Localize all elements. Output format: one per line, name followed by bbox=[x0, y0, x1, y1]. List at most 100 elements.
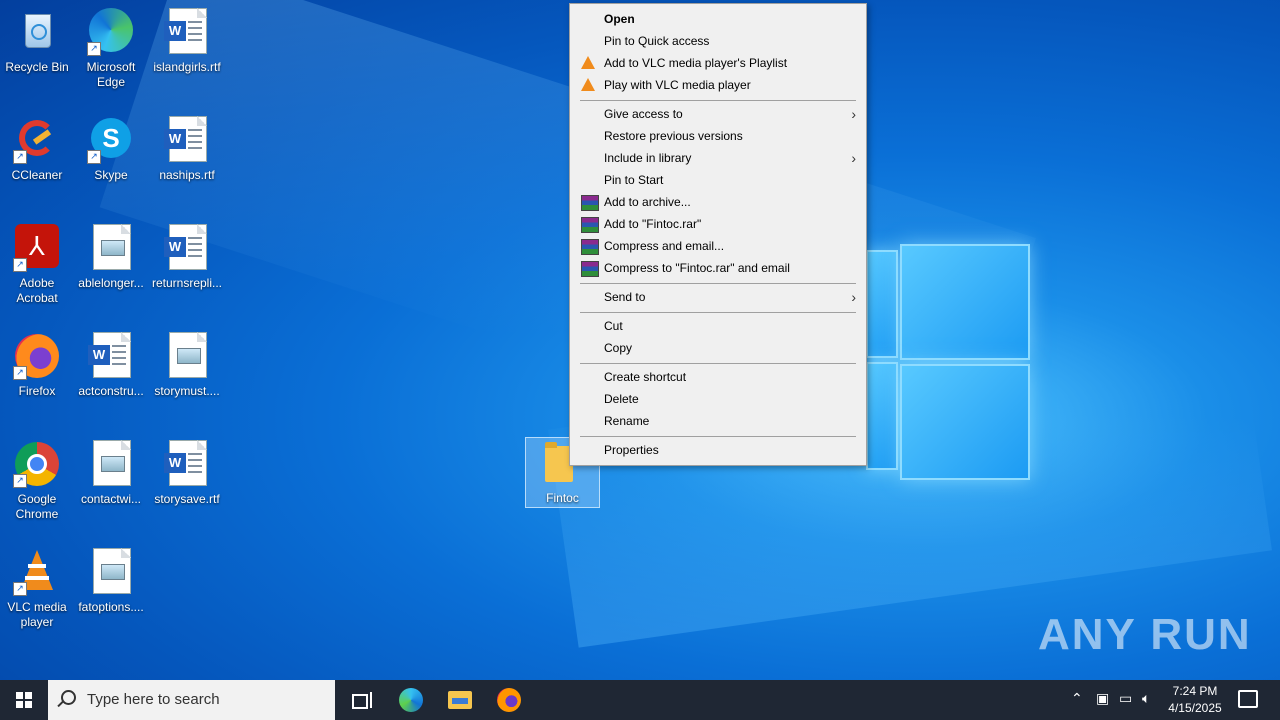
desktop-icon-acrobat[interactable]: ⅄ ↗ Adobe Acrobat bbox=[0, 224, 74, 306]
desktop-icon-label: returnsrepli... bbox=[151, 276, 223, 290]
skype-icon: S ↗ bbox=[87, 116, 135, 164]
menu-item-send-to[interactable]: Send to › bbox=[570, 286, 866, 308]
recycle-bin-icon bbox=[13, 8, 61, 56]
image-doc-icon bbox=[87, 440, 135, 488]
menu-item-create-shortcut[interactable]: Create shortcut bbox=[570, 366, 866, 388]
desktop-icon-file[interactable]: W storysave.rtf bbox=[150, 440, 224, 507]
desktop-icon-label: Recycle Bin bbox=[5, 60, 69, 74]
menu-item-vlc-play[interactable]: Play with VLC media player bbox=[570, 74, 866, 96]
desktop-icon-label: storysave.rtf bbox=[154, 492, 220, 506]
desktop-icon-label: Google Chrome bbox=[15, 492, 59, 521]
context-menu: Open Pin to Quick access Add to VLC medi… bbox=[569, 3, 867, 466]
anyrun-watermark: ANY RUN bbox=[1038, 610, 1252, 659]
search-icon bbox=[61, 690, 76, 705]
vlc-icon bbox=[581, 78, 595, 91]
menu-item-pin-quick-access[interactable]: Pin to Quick access bbox=[570, 30, 866, 52]
ccleaner-icon: ↗ bbox=[13, 116, 61, 164]
image-doc-icon bbox=[87, 224, 135, 272]
menu-item-copy[interactable]: Copy bbox=[570, 337, 866, 359]
start-button[interactable] bbox=[0, 680, 48, 720]
windows-wallpaper-logo bbox=[866, 240, 1030, 480]
desktop-icon-chrome[interactable]: ↗ Google Chrome bbox=[0, 440, 74, 522]
desktop-icon-file[interactable]: W returnsrepli... bbox=[150, 224, 224, 291]
word-doc-icon: W bbox=[163, 8, 211, 56]
desktop-icon-label: Microsoft Edge bbox=[86, 60, 136, 89]
menu-item-cut[interactable]: Cut bbox=[570, 315, 866, 337]
clock-date: 4/15/2025 bbox=[1168, 701, 1222, 715]
desktop-icon-file[interactable]: W islandgirls.rtf bbox=[150, 8, 224, 75]
chevron-right-icon: › bbox=[851, 289, 856, 305]
desktop-icon-edge[interactable]: ↗ Microsoft Edge bbox=[74, 8, 148, 90]
desktop-icon-label: fatoptions.... bbox=[78, 600, 144, 614]
desktop-icon-label: CCleaner bbox=[11, 168, 63, 182]
chevron-right-icon: › bbox=[851, 150, 856, 166]
menu-item-delete[interactable]: Delete bbox=[570, 388, 866, 410]
desktop-icon-file[interactable]: ablelonger... bbox=[74, 224, 148, 291]
chevron-right-icon: › bbox=[851, 106, 856, 122]
chevron-up-icon[interactable]: ⌃ bbox=[1071, 690, 1083, 707]
taskbar-firefox-icon[interactable] bbox=[497, 688, 521, 712]
word-doc-icon: W bbox=[163, 440, 211, 488]
desktop-icon-label: Skype bbox=[94, 168, 128, 182]
desktop-icon-recycle-bin[interactable]: Recycle Bin bbox=[0, 8, 74, 75]
clock-time: 7:24 PM bbox=[1172, 684, 1218, 698]
winrar-icon bbox=[581, 261, 599, 277]
desktop-icon-skype[interactable]: S ↗ Skype bbox=[74, 116, 148, 183]
desktop-icon-label: Firefox bbox=[18, 384, 56, 398]
vlc-icon: ↗ bbox=[13, 548, 61, 596]
desktop-icon-label: naships.rtf bbox=[159, 168, 215, 182]
desktop-icon-file[interactable]: fatoptions.... bbox=[74, 548, 148, 615]
image-doc-icon bbox=[87, 548, 135, 596]
menu-item-rename[interactable]: Rename bbox=[570, 410, 866, 432]
desktop-icon-label: contactwi... bbox=[80, 492, 142, 506]
menu-item-compress-rar-email[interactable]: Compress to "Fintoc.rar" and email bbox=[570, 257, 866, 279]
desktop-icon-label: islandgirls.rtf bbox=[153, 60, 221, 74]
desktop-icon-label: ablelonger... bbox=[78, 276, 144, 290]
menu-item-vlc-playlist[interactable]: Add to VLC media player's Playlist bbox=[570, 52, 866, 74]
firefox-icon: ↗ bbox=[13, 332, 61, 380]
menu-item-properties[interactable]: Properties bbox=[570, 439, 866, 461]
menu-item-compress-email[interactable]: Compress and email... bbox=[570, 235, 866, 257]
task-view-button[interactable] bbox=[352, 692, 372, 709]
taskbar-clock[interactable]: 7:24 PM 4/15/2025 bbox=[1160, 683, 1230, 717]
menu-item-include-library[interactable]: Include in library › bbox=[570, 147, 866, 169]
menu-separator bbox=[580, 100, 856, 101]
menu-item-pin-start[interactable]: Pin to Start bbox=[570, 169, 866, 191]
taskbar: Type here to search ⌃ ▣ ▭ 🔈︎ 7:24 PM 4/1… bbox=[0, 680, 1280, 720]
desktop-icon-label: Adobe Acrobat bbox=[16, 276, 58, 305]
menu-item-restore-versions[interactable]: Restore previous versions bbox=[570, 125, 866, 147]
desktop-icon-vlc[interactable]: ↗ VLC media player bbox=[0, 548, 74, 630]
menu-separator bbox=[580, 363, 856, 364]
desktop-icon-file[interactable]: W actconstru... bbox=[74, 332, 148, 399]
notification-icon[interactable] bbox=[1238, 690, 1258, 708]
windows-logo-icon bbox=[16, 692, 32, 708]
desktop-icon-label: actconstru... bbox=[78, 384, 144, 398]
desktop-icon-file[interactable]: storymust.... bbox=[150, 332, 224, 399]
chrome-icon: ↗ bbox=[13, 440, 61, 488]
meet-now-icon[interactable]: ▣ bbox=[1096, 690, 1109, 707]
desktop-icon-label: storymust.... bbox=[154, 384, 220, 398]
menu-item-add-archive[interactable]: Add to archive... bbox=[570, 191, 866, 213]
desktop-icon-label: Fintoc bbox=[546, 491, 579, 505]
word-doc-icon: W bbox=[163, 224, 211, 272]
menu-item-add-rar[interactable]: Add to "Fintoc.rar" bbox=[570, 213, 866, 235]
winrar-icon bbox=[581, 239, 599, 255]
desktop-icon-file[interactable]: contactwi... bbox=[74, 440, 148, 507]
desktop-icon-file[interactable]: W naships.rtf bbox=[150, 116, 224, 183]
desktop-icon-firefox[interactable]: ↗ Firefox bbox=[0, 332, 74, 399]
image-doc-icon bbox=[163, 332, 211, 380]
volume-icon[interactable]: 🔈︎ bbox=[1142, 690, 1150, 707]
menu-separator bbox=[580, 312, 856, 313]
taskbar-file-explorer-icon[interactable] bbox=[448, 691, 472, 709]
acrobat-icon: ⅄ ↗ bbox=[13, 224, 61, 272]
network-icon[interactable]: ▭ bbox=[1119, 690, 1132, 707]
taskbar-edge-icon[interactable] bbox=[399, 688, 423, 712]
taskbar-search-box[interactable]: Type here to search bbox=[48, 680, 335, 720]
word-doc-icon: W bbox=[163, 116, 211, 164]
menu-item-open[interactable]: Open bbox=[570, 8, 866, 30]
menu-separator bbox=[580, 436, 856, 437]
desktop-icon-ccleaner[interactable]: ↗ CCleaner bbox=[0, 116, 74, 183]
winrar-icon bbox=[581, 217, 599, 233]
desktop-icon-label: VLC media player bbox=[7, 600, 67, 629]
menu-item-give-access[interactable]: Give access to › bbox=[570, 103, 866, 125]
